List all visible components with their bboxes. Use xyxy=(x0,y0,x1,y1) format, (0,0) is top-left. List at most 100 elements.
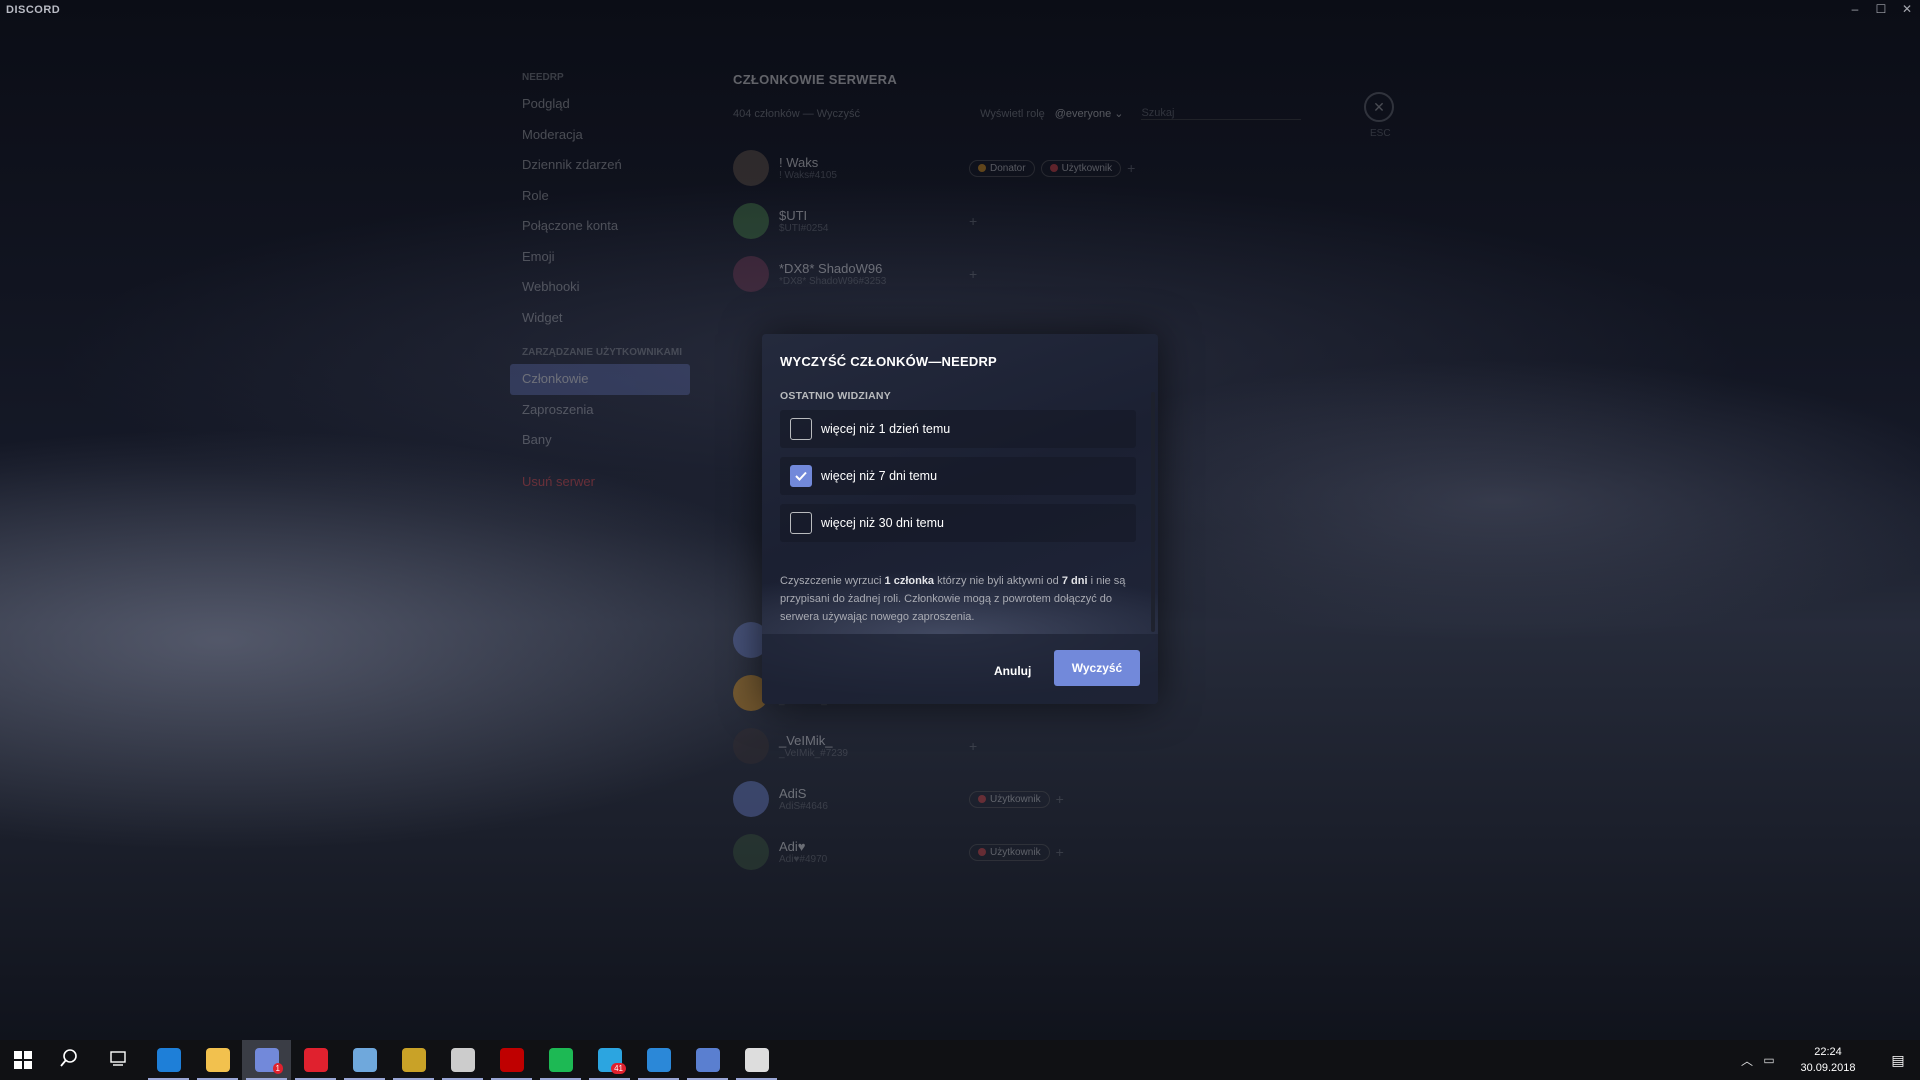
member-row[interactable]: ! Waks! Waks#4105 Donator Użytkownik + xyxy=(733,142,1333,194)
maximize-button[interactable]: ☐ xyxy=(1868,0,1894,20)
sidebar-item-members[interactable]: Członkowie xyxy=(510,364,690,395)
checkbox-1-day[interactable] xyxy=(790,418,812,440)
add-role-icon[interactable]: + xyxy=(969,266,977,282)
add-role-icon[interactable]: + xyxy=(1056,844,1064,860)
member-count[interactable]: 404 członków — Wyczyść xyxy=(733,108,860,120)
delete-server-button[interactable]: Usuń serwer xyxy=(510,474,690,489)
member-row[interactable]: $UTI $UTI#0254 + xyxy=(733,195,1333,247)
opera-icon xyxy=(303,1048,328,1072)
role-pill[interactable]: Użytkownik xyxy=(969,843,1050,861)
sidebar-item-widget[interactable]: Widget xyxy=(510,303,690,334)
sidebar-item-webhooks[interactable]: Webhooki xyxy=(510,272,690,303)
checkbox-7-days[interactable] xyxy=(790,465,812,487)
close-button[interactable]: ✕ xyxy=(1894,0,1920,20)
taskbar-item[interactable] xyxy=(536,1040,585,1080)
taskbar-item[interactable] xyxy=(634,1040,683,1080)
add-role-icon[interactable]: + xyxy=(969,213,977,229)
taskbar-item[interactable] xyxy=(438,1040,487,1080)
taskbar-item[interactable]: 41 xyxy=(585,1040,634,1080)
avatar[interactable] xyxy=(733,781,769,817)
member-row[interactable]: *DX8* ShadoW96 *DX8* ShadoW96#3253 + xyxy=(733,248,1333,300)
sidebar-item-overview[interactable]: Podgląd xyxy=(510,89,690,120)
modal-scrollbar[interactable] xyxy=(1151,392,1155,632)
cancel-button[interactable]: Anuluj xyxy=(982,656,1043,686)
taskbar-item[interactable] xyxy=(389,1040,438,1080)
notification-badge: 1 xyxy=(272,1063,283,1074)
role-pill[interactable]: Użytkownik xyxy=(969,790,1050,808)
member-row[interactable]: Adi♥ Adi♥#4970 Użytkownik + xyxy=(733,826,1333,878)
task-view-icon xyxy=(108,1048,132,1072)
display-role-label: Wyświetl rolę xyxy=(980,107,1045,120)
file-explorer-icon xyxy=(205,1048,230,1072)
sidebar-item-roles[interactable]: Role xyxy=(510,181,690,212)
system-tray: ︿ ▭ 22:24 30.09.2018 ▤ xyxy=(1736,1040,1920,1080)
add-role-icon[interactable]: + xyxy=(1056,791,1064,807)
sidebar-item-invites[interactable]: Zaproszenia xyxy=(510,395,690,426)
prune-description: Czyszczenie wyrzuci 1 członka którzy nie… xyxy=(780,575,1126,623)
sidebar-item-moderation[interactable]: Moderacja xyxy=(510,120,690,151)
avatar[interactable] xyxy=(733,834,769,870)
notification-icon[interactable]: ▤ xyxy=(1876,1052,1920,1069)
add-role-icon[interactable]: + xyxy=(1127,160,1135,176)
clock[interactable]: 22:24 30.09.2018 xyxy=(1780,1044,1876,1076)
search-input[interactable]: Szukaj xyxy=(1141,107,1302,120)
taskbar-item[interactable] xyxy=(193,1040,242,1080)
add-role-icon[interactable]: + xyxy=(969,738,977,754)
member-roles: Donator Użytkownik + xyxy=(969,159,1135,177)
role-filter-select[interactable]: @everyone ⌄ xyxy=(1055,107,1124,120)
avatar[interactable] xyxy=(733,150,769,186)
member-row[interactable]: AdiS AdiS#4646 Użytkownik + xyxy=(733,773,1333,825)
satellite-icon xyxy=(450,1048,475,1072)
avatar[interactable] xyxy=(733,728,769,764)
prune-count: 1 członka xyxy=(884,575,935,587)
taskbar-item[interactable] xyxy=(487,1040,536,1080)
member-tag: ! Waks#4105 xyxy=(779,170,837,181)
prune-button[interactable]: Wyczyść xyxy=(1054,650,1140,686)
filezilla-icon xyxy=(499,1048,524,1072)
member-name: _VeIMik_ xyxy=(779,733,833,748)
sidebar-item-bans[interactable]: Bany xyxy=(510,425,690,456)
windows-icon xyxy=(14,1051,32,1069)
member-name-block: Adi♥ Adi♥#4970 xyxy=(779,839,827,865)
search-icon xyxy=(59,1048,83,1072)
prune-members-modal: WYCZYŚĆ CZŁONKÓW—NEEDRP OSTATNIO WIDZIAN… xyxy=(762,334,1158,704)
taskbar-item[interactable] xyxy=(95,1040,144,1080)
taskbar-item[interactable] xyxy=(144,1040,193,1080)
role-pill[interactable]: Donator xyxy=(969,159,1035,177)
member-name-block: ! Waks! Waks#4105 xyxy=(779,155,837,181)
option-7-days[interactable]: więcej niż 7 dni temu xyxy=(780,457,1136,495)
members-toolbar: 404 członków — Wyczyść Wyświetl rolę @ev… xyxy=(733,107,1413,120)
close-icon[interactable]: ✕ xyxy=(1364,92,1394,122)
vs-icon xyxy=(646,1048,671,1072)
avatar[interactable] xyxy=(733,256,769,292)
sidebar-item-emoji[interactable]: Emoji xyxy=(510,242,690,273)
member-row[interactable]: _VeIMik_ _VeIMik_#7239 + xyxy=(733,720,1333,772)
member-name-block: AdiS AdiS#4646 xyxy=(779,786,828,812)
taskbar-item[interactable] xyxy=(291,1040,340,1080)
taskbar-item[interactable] xyxy=(46,1040,95,1080)
option-30-days[interactable]: więcej niż 30 dni temu xyxy=(780,504,1136,542)
spotify-icon xyxy=(548,1048,573,1072)
sidebar-item-connections[interactable]: Połączone konta xyxy=(510,211,690,242)
network-icon[interactable]: ▭ xyxy=(1758,1053,1780,1067)
taskbar-item[interactable] xyxy=(340,1040,389,1080)
taskbar-item[interactable]: 1 xyxy=(242,1040,291,1080)
minimize-button[interactable]: – xyxy=(1842,0,1868,20)
role-color-dot xyxy=(978,164,986,172)
start-button[interactable] xyxy=(0,1040,46,1080)
member-roles: + xyxy=(969,213,977,229)
sidebar-item-audit-log[interactable]: Dziennik zdarzeń xyxy=(510,150,690,181)
taskbar-apps: 1 41 xyxy=(46,1040,781,1080)
modal-content: WYCZYŚĆ CZŁONKÓW—NEEDRP OSTATNIO WIDZIAN… xyxy=(762,334,1158,634)
taskbar: 1 41 ︿ ▭ 22:24 30.09.2018 ▤ xyxy=(0,1040,1920,1080)
taskbar-item[interactable] xyxy=(683,1040,732,1080)
option-1-day[interactable]: więcej niż 1 dzień temu xyxy=(780,410,1136,448)
mouse-icon xyxy=(744,1048,769,1072)
role-pill[interactable]: Użytkownik xyxy=(1040,159,1122,177)
avatar[interactable] xyxy=(733,203,769,239)
role-name: Użytkownik xyxy=(990,846,1041,858)
taskbar-item[interactable] xyxy=(732,1040,781,1080)
role-color-dot xyxy=(978,848,986,856)
checkbox-30-days[interactable] xyxy=(790,512,812,534)
chevron-up-icon[interactable]: ︿ xyxy=(1736,1052,1758,1069)
